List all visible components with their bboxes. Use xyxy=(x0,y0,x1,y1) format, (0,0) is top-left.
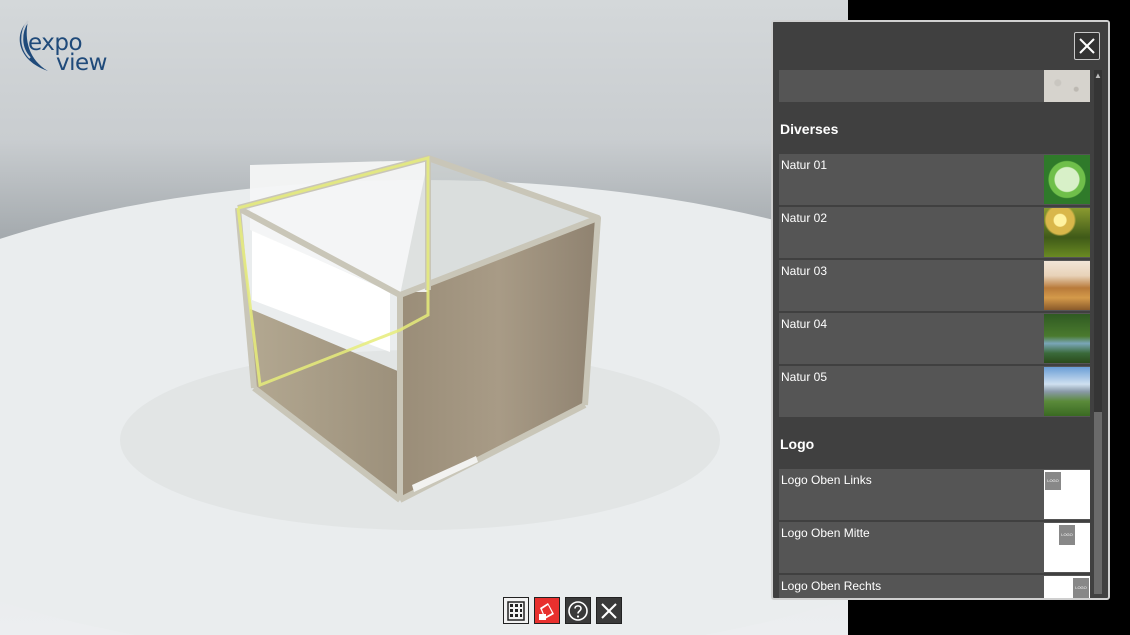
logo-placeholder: LOGO xyxy=(1059,525,1075,545)
building-grid-icon xyxy=(507,600,525,621)
booth-3d-scene[interactable] xyxy=(0,0,848,635)
section-header-logo: Logo xyxy=(779,419,1090,469)
thumbnail-natur-01 xyxy=(1044,155,1090,204)
list-item-logo-oben-mitte[interactable]: Logo Oben Mitte LOGO xyxy=(779,522,1090,573)
section-title: Diverses xyxy=(780,121,839,137)
list-item-logo-oben-links[interactable]: Logo Oben Links LOGO xyxy=(779,469,1090,520)
list-item-label: Natur 01 xyxy=(781,158,828,172)
thumbnail-concrete xyxy=(1044,70,1090,102)
list-item-natur-05[interactable]: Natur 05 xyxy=(779,366,1090,417)
scrollbar-thumb[interactable] xyxy=(1094,412,1102,594)
thumbnail-logo-right: LOGO xyxy=(1044,576,1090,598)
material-panel: Diverses Natur 01 Natur 02 Natur 03 Natu… xyxy=(771,20,1110,600)
logo-placeholder: LOGO xyxy=(1073,578,1089,598)
material-list[interactable]: Diverses Natur 01 Natur 02 Natur 03 Natu… xyxy=(779,70,1090,598)
thumbnail-natur-04 xyxy=(1044,314,1090,363)
thumbnail-logo-left: LOGO xyxy=(1044,470,1090,519)
close-scene-button[interactable] xyxy=(596,597,622,624)
list-item-natur-02[interactable]: Natur 02 xyxy=(779,207,1090,258)
list-item-concrete[interactable] xyxy=(779,70,1090,102)
list-item-natur-04[interactable]: Natur 04 xyxy=(779,313,1090,364)
list-item-label: Logo Oben Mitte xyxy=(781,526,870,540)
expoview-logo: expo view xyxy=(14,18,114,78)
list-item-label: Natur 02 xyxy=(781,211,828,225)
thumbnail-natur-03 xyxy=(1044,261,1090,310)
list-item-natur-03[interactable]: Natur 03 xyxy=(779,260,1090,311)
thumbnail-natur-02 xyxy=(1044,208,1090,257)
panel-header xyxy=(773,22,1108,70)
panel-scrollbar[interactable]: ▲ xyxy=(1094,70,1102,594)
list-item-label: Natur 05 xyxy=(781,370,828,384)
list-item-label: Natur 04 xyxy=(781,317,828,331)
3d-viewport[interactable]: expo view xyxy=(0,0,848,635)
help-icon xyxy=(568,600,588,621)
close-icon xyxy=(1079,38,1095,54)
material-button[interactable] xyxy=(534,597,560,624)
floor-plan-button[interactable] xyxy=(503,597,529,624)
list-item-label: Logo Oben Links xyxy=(781,473,872,487)
section-title: Logo xyxy=(780,436,815,452)
section-header-diverses: Diverses xyxy=(779,104,1090,154)
logo-placeholder: LOGO xyxy=(1045,472,1061,490)
list-item-label: Logo Oben Rechts xyxy=(781,579,882,593)
thumbnail-logo-center: LOGO xyxy=(1044,523,1090,572)
list-item-label: Natur 03 xyxy=(781,264,828,278)
panel-close-button[interactable] xyxy=(1074,32,1100,60)
logo-word-view: view xyxy=(56,50,107,76)
thumbnail-natur-05 xyxy=(1044,367,1090,416)
close-icon xyxy=(601,602,617,619)
list-item-logo-oben-rechts[interactable]: Logo Oben Rechts LOGO xyxy=(779,575,1090,598)
bottom-toolbar xyxy=(503,597,622,624)
scroll-up-icon[interactable]: ▲ xyxy=(1094,72,1102,80)
list-item-natur-01[interactable]: Natur 01 xyxy=(779,154,1090,205)
help-button[interactable] xyxy=(565,597,591,624)
paint-swatch-icon xyxy=(539,602,554,620)
